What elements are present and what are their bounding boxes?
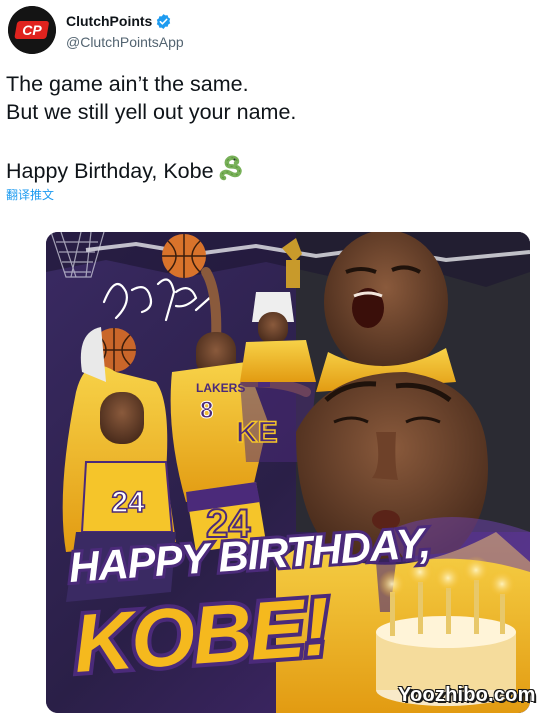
kobe-jersey-text: KE [236, 416, 278, 449]
watermark: Yoozhibo.com [398, 684, 536, 706]
basketball-icon [162, 234, 206, 278]
clutchpoints-logo: CP [8, 6, 56, 54]
avatar-text: CP [22, 22, 42, 38]
tweet-text: The game ain’t the same. But we still ye… [6, 70, 526, 183]
jersey-number-8: 8 [200, 397, 213, 424]
name-row: ClutchPoints [66, 12, 172, 30]
kobe-birthday-graphic: 24 LAKERS 8 24 KE HAPPY BIRTHDAY, KOBE! [46, 232, 530, 713]
tweet-line-4-text: Happy Birthday, Kobe [6, 159, 214, 183]
avatar[interactable]: CP [8, 6, 56, 54]
display-name[interactable]: ClutchPoints [66, 13, 152, 29]
handle[interactable]: @ClutchPointsApp [66, 34, 184, 50]
verified-badge-icon [157, 13, 171, 29]
tweet-line-2: But we still yell out your name. [6, 100, 297, 124]
snake-icon [219, 155, 242, 181]
jersey-number-left: 24 [111, 486, 145, 519]
tweet-line-4: Happy Birthday, Kobe [6, 154, 526, 183]
tweet-line-1: The game ain’t the same. [6, 72, 249, 96]
tweet-media-image[interactable]: 24 LAKERS 8 24 KE HAPPY BIRTHDAY, KOBE! [46, 232, 530, 713]
translate-link[interactable]: 翻译推文 [6, 186, 54, 203]
headline-kobe: KOBE! [71, 581, 332, 690]
lakers-text: LAKERS [196, 381, 245, 395]
tweet-header: CP ClutchPoints @ClutchPointsApp [8, 6, 528, 56]
